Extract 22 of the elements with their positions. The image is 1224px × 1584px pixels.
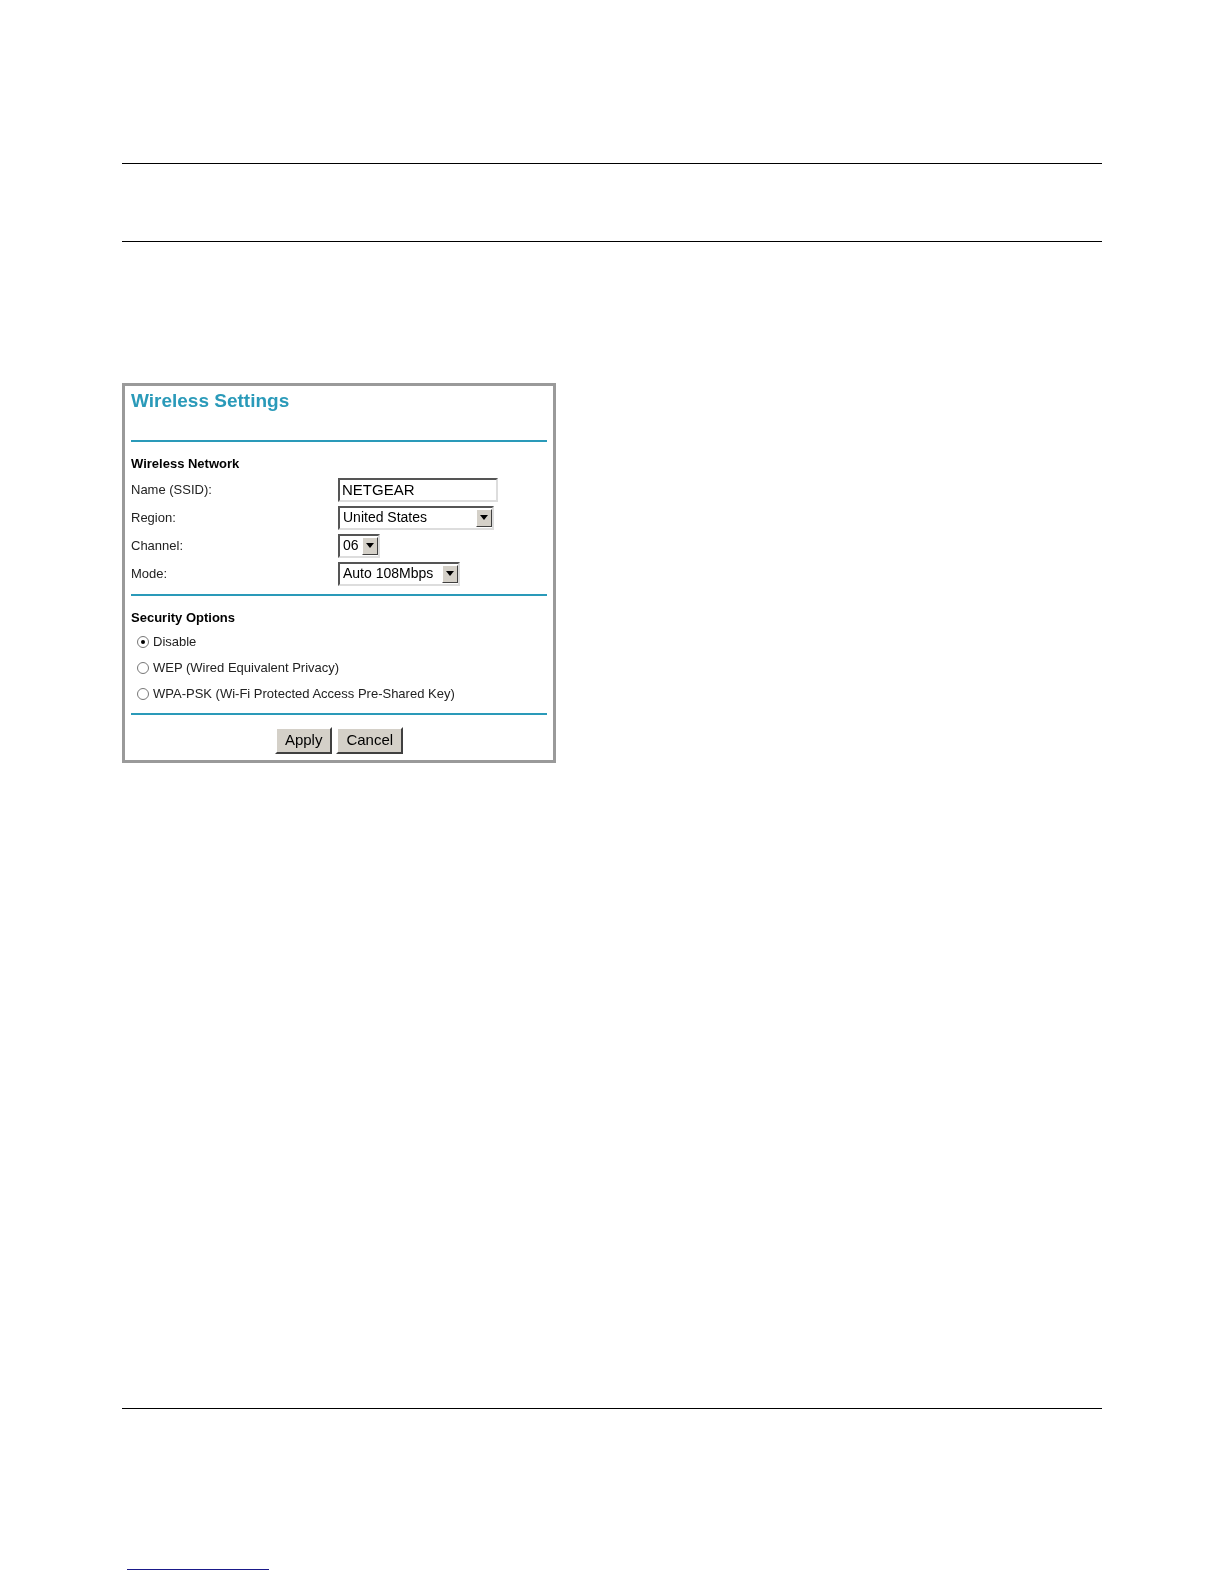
dropdown[interactable]: 06 [338,533,380,558]
form-button[interactable]: Apply [274,727,333,754]
caret-icon [442,564,458,583]
field-label: Region: [131,508,177,527]
section-heading: Security Options [131,608,237,627]
field-label: Channel: [131,536,185,555]
panel-title: Wireless Settings [131,389,291,413]
radio-label: WPA-PSK (Wi-Fi Protected Access Pre-Shared Key) [153,685,455,704]
section-heading: Wireless Network [131,455,241,473]
field-label: Name (SSID): [131,480,213,499]
dropdown[interactable]: United States [338,505,494,530]
radio-label: Disable [153,633,197,652]
form-button[interactable]: Cancel [336,727,404,754]
radio-button[interactable] [137,688,149,700]
dropdown[interactable]: Auto 108Mbps [338,561,460,586]
caret-icon [476,508,492,527]
field-label: Mode: [131,564,169,583]
caret-icon [362,536,378,555]
radio-button[interactable] [137,662,149,674]
text-field[interactable]: NETGEAR [338,477,498,502]
radio-button[interactable] [137,636,149,648]
radio-label: WEP (Wired Equivalent Privacy) [153,659,340,678]
